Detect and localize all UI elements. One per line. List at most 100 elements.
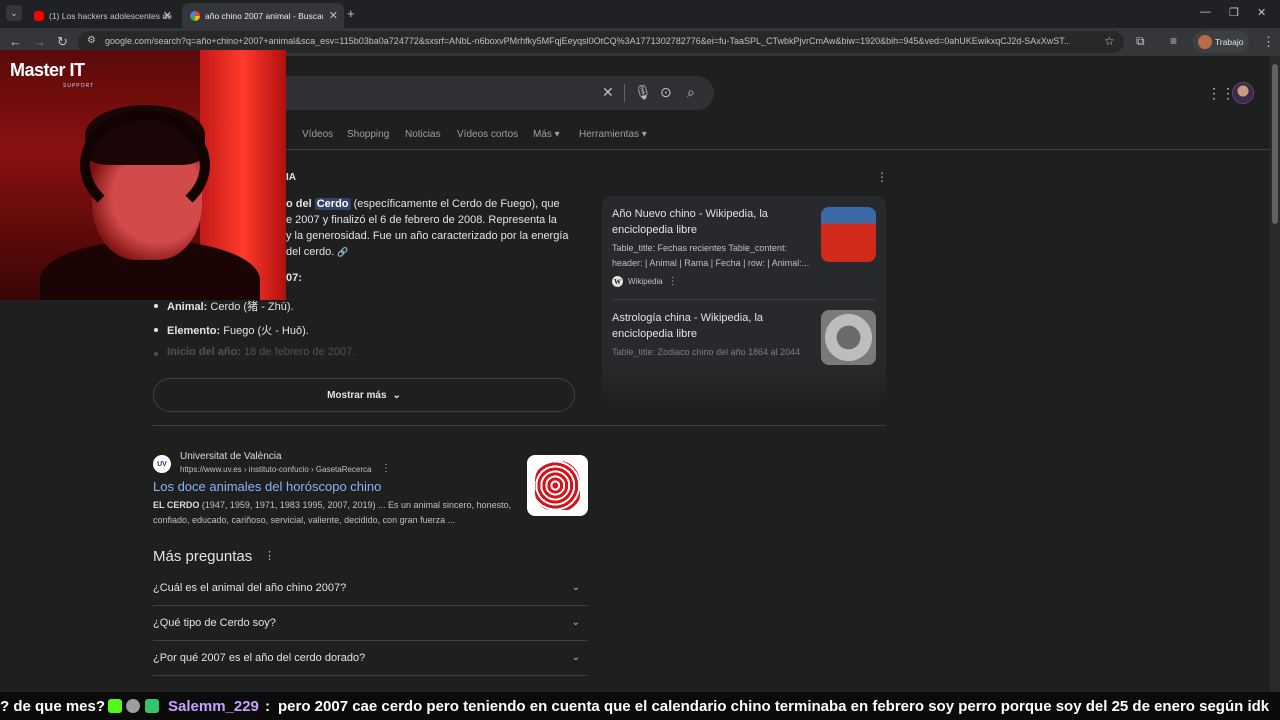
bullet-item: Elemento: Fuego (火 - Huǒ).: [167, 322, 309, 338]
url-text[interactable]: google.com/search?q=año+chino+2007+anima…: [105, 36, 1070, 46]
result-menu-icon[interactable]: ⋮: [381, 463, 391, 474]
search-icon[interactable]: ⌕: [687, 84, 695, 101]
new-tab-button[interactable]: +: [347, 6, 355, 21]
result-title-link[interactable]: Los doce animales del horóscopo chino: [153, 479, 381, 494]
source-name: Wikipedia: [628, 277, 663, 286]
bullet-item: Animal: Cerdo (猪 - Zhū).: [167, 298, 294, 314]
youtube-icon: [34, 10, 44, 21]
section-divider: [153, 425, 886, 426]
page-scrollbar[interactable]: [1270, 56, 1280, 692]
paa-menu-icon[interactable]: ⋮: [264, 549, 275, 562]
microphone-icon[interactable]: 🎙: [634, 84, 652, 101]
scrollbar-thumb[interactable]: [1272, 64, 1278, 224]
filter-videos[interactable]: Vídeos: [302, 129, 333, 140]
chevron-down-icon: ⌄: [392, 389, 401, 401]
media-controls-icon[interactable]: ≡: [1170, 34, 1177, 48]
source-snippet: Table_title: Zodiaco chino del año 1864 …: [612, 347, 801, 357]
paa-question-text: ¿Cuál es el animal del año chino 2007?: [153, 582, 347, 594]
tab-youtube[interactable]: (1) Los hackers adolescentes de ✕: [26, 3, 178, 28]
result-thumbnail[interactable]: [527, 455, 588, 516]
result-url[interactable]: https://www.uv.es › instituto-confucio ›…: [180, 465, 371, 474]
ov-line1-post: (específicamente el Cerdo de Fuego), que: [353, 198, 560, 210]
bullet-value: 18 de febrero de 2007.: [244, 346, 356, 358]
source-title[interactable]: Año Nuevo chino - Wikipedia, la enciclop…: [612, 206, 812, 238]
kick-badge-icon: [108, 699, 122, 713]
show-more-label: Mostrar más: [327, 389, 387, 401]
close-window-icon[interactable]: ✕: [1257, 6, 1266, 19]
filter-tools[interactable]: Herramientas ▾: [579, 129, 647, 140]
paa-question[interactable]: ¿Qué tipo de Cerdo soy? ⌄: [153, 606, 588, 641]
link-icon[interactable]: 🔗: [337, 247, 348, 257]
headset: [80, 110, 210, 220]
chevron-down-icon: ⌄: [571, 652, 580, 663]
master-it-logo: Master IT: [10, 60, 85, 80]
chevron-down-icon: ⌄: [571, 582, 580, 593]
profile-avatar: [1198, 35, 1212, 49]
forward-icon[interactable]: →: [33, 34, 46, 49]
tab-strip: ⌄ (1) Los hackers adolescentes de ✕ año …: [0, 0, 1280, 28]
profile-button[interactable]: Trabajo: [1193, 31, 1249, 53]
wikipedia-icon: W: [612, 276, 623, 287]
bullet-value: Fuego (火 - Huǒ).: [223, 325, 309, 337]
bullet-dot: [154, 304, 158, 308]
ov-line1-pre: o del: [286, 198, 312, 210]
filter-more[interactable]: Más ▾: [533, 129, 560, 140]
paa-question-text: ¿Por qué 2007 es el año del cerdo dorado…: [153, 652, 366, 664]
card-fade: [602, 366, 886, 406]
paa-question[interactable]: ¿Cuál es el animal del año chino 2007? ⌄: [153, 571, 588, 606]
ai-overview-text: o del Cerdo (específicamente el Cerdo de…: [286, 196, 576, 260]
overview-menu-icon[interactable]: ⋮: [876, 170, 888, 184]
ai-overview-heading: IA: [286, 172, 296, 183]
clear-icon[interactable]: ✕: [602, 84, 614, 101]
previous-message-tail: ? de que mes?: [0, 698, 106, 715]
close-tab-icon[interactable]: ✕: [329, 9, 338, 22]
source-thumbnail: [821, 207, 876, 262]
filter-news[interactable]: Noticias: [405, 129, 441, 140]
paa-question-text: ¿Qué tipo de Cerdo soy?: [153, 617, 276, 629]
chat-ticker: ? de que mes? Salemm_229 : pero 2007 cae…: [0, 692, 1280, 720]
tab-search-chevron-icon[interactable]: ⌄: [6, 5, 22, 21]
result-snippet-bold: EL CERDO: [153, 500, 200, 510]
lens-icon[interactable]: ⊙: [660, 84, 672, 101]
minimize-icon[interactable]: —: [1200, 6, 1211, 18]
result-snippet: EL CERDO (1947, 1959, 1971, 1983 1995, 2…: [153, 498, 513, 528]
filter-shopping[interactable]: Shopping: [347, 129, 389, 140]
close-tab-icon[interactable]: ✕: [163, 9, 172, 22]
ov-line4: del cerdo.: [286, 246, 335, 258]
bullet-value: Cerdo (猪 - Zhū).: [210, 301, 294, 313]
result-site-name[interactable]: Universitat de València: [180, 451, 282, 462]
bookmark-star-icon[interactable]: ☆: [1104, 34, 1115, 48]
source-title[interactable]: Astrología china - Wikipedia, la enciclo…: [612, 310, 812, 342]
filter-short-videos[interactable]: Vídeos cortos: [457, 129, 518, 140]
ov-highlight: Cerdo: [314, 198, 351, 210]
card-divider: [612, 299, 876, 300]
chat-separator: :: [265, 698, 270, 715]
paa-question[interactable]: ¿Por qué 2007 es el año del cerdo dorado…: [153, 641, 588, 676]
menu-icon[interactable]: ⋮: [1262, 34, 1275, 50]
google-icon: [190, 10, 200, 21]
ov-line2: e 2007 y finalizó el 6 de febrero de 200…: [286, 214, 557, 226]
reload-icon[interactable]: ↻: [57, 34, 68, 50]
extensions-icon[interactable]: ⧉: [1136, 34, 1145, 49]
bullet-key: Elemento:: [167, 325, 221, 337]
result-snippet-text: (1947, 1959, 1971, 1983 1995, 2007, 2019…: [153, 500, 512, 525]
master-it-logo-sub: SUPPORT: [63, 83, 95, 89]
show-more-button[interactable]: Mostrar más ⌄: [153, 378, 575, 412]
gift-badge-icon: [145, 699, 159, 713]
source-thumbnail: [821, 310, 876, 365]
tab-google-search[interactable]: año chino 2007 animal - Buscar ✕: [182, 3, 344, 28]
source-site: W Wikipedia ⋮: [612, 276, 678, 287]
restore-icon[interactable]: ❐: [1229, 6, 1239, 19]
chat-username: Salemm_229: [168, 698, 259, 715]
bullet-key: Inicio del año:: [167, 346, 241, 358]
back-icon[interactable]: ←: [9, 34, 22, 49]
chevron-down-icon: ⌄: [571, 617, 580, 628]
tab-label: (1) Los hackers adolescentes de: [49, 10, 172, 21]
site-info-icon[interactable]: ⚙: [87, 35, 96, 46]
account-avatar[interactable]: [1232, 82, 1254, 104]
chat-message: pero 2007 cae cerdo pero teniendo en cue…: [278, 698, 1270, 715]
ov-subheading: 07:: [286, 272, 302, 284]
paa-title: Más preguntas: [153, 548, 253, 565]
google-apps-icon[interactable]: ⋮⋮: [1207, 85, 1235, 102]
more-icon[interactable]: ⋮: [668, 276, 678, 287]
